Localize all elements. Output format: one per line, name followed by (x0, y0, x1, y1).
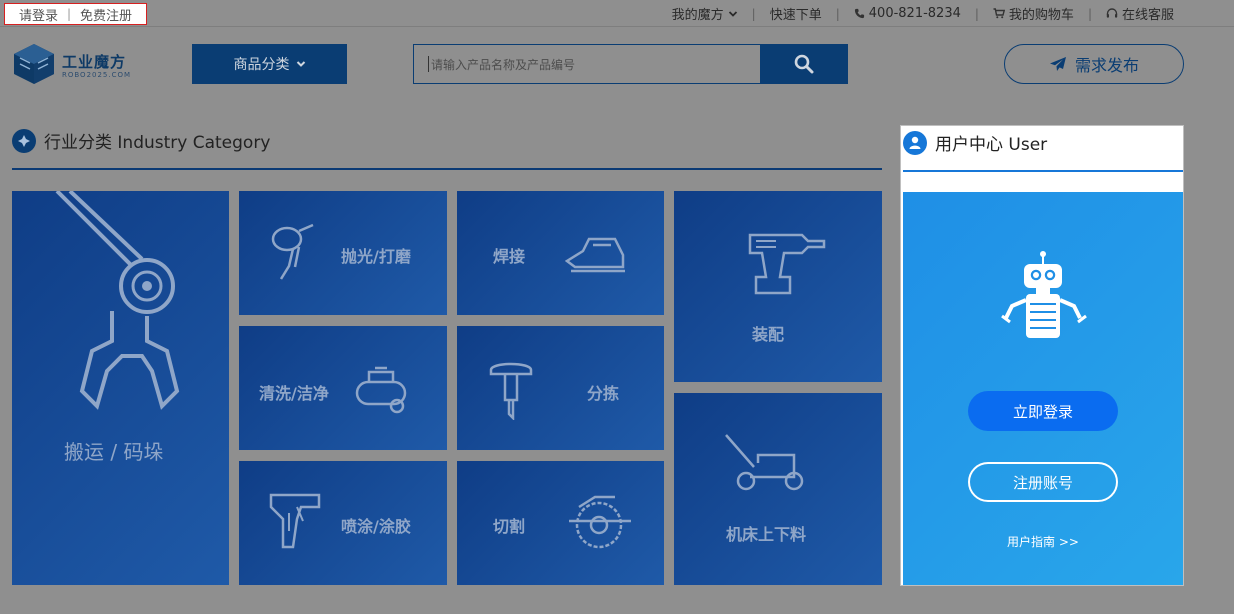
logo-cube-icon (14, 44, 54, 84)
text-cursor (428, 56, 429, 72)
user-center-heading: 用户中心 User (903, 130, 1047, 155)
login-button-label: 立即登录 (1012, 402, 1073, 421)
category-tile-cutting[interactable]: 切割 (457, 461, 664, 585)
category-button[interactable]: 商品分类 (192, 44, 347, 84)
login-link[interactable]: 请登录 (19, 5, 58, 24)
headset-icon (1106, 8, 1118, 18)
search-icon (794, 54, 814, 74)
separator: | (66, 7, 72, 21)
robot-gripper-icon (55, 191, 180, 410)
lawn-mower-icon (725, 434, 804, 491)
category-tile-sorting[interactable]: 分拣 (457, 326, 664, 450)
user-center-panel: 用户中心 User 立即登录 注册账号 用户指南 >> (900, 125, 1184, 586)
my-mofang-menu[interactable]: 我的魔方 (672, 4, 738, 23)
divider: | (751, 6, 756, 21)
chevron-down-icon (296, 61, 305, 67)
quick-order-link[interactable]: 快速下单 (770, 4, 822, 23)
divider: | (835, 6, 840, 21)
category-tile-welding[interactable]: 焊接 (457, 191, 664, 315)
circular-saw-icon (569, 495, 631, 549)
user-icon (903, 130, 927, 155)
user-card: 立即登录 注册账号 用户指南 >> (903, 192, 1183, 585)
tile-label: 装配 (752, 325, 785, 344)
user-guide-link[interactable]: 用户指南 >> (903, 533, 1183, 550)
search-button[interactable] (760, 44, 848, 84)
soldering-iron-icon (565, 237, 625, 273)
category-tile-handling[interactable]: 搬运 / 码垛 (12, 191, 229, 585)
tile-label: 分拣 (587, 384, 620, 403)
category-tile-spraying[interactable]: 喷涂/涂胶 (239, 461, 447, 585)
phone-label: 400-821-8234 (868, 6, 961, 21)
category-button-label: 商品分类 (233, 57, 290, 73)
login-register-box: 请登录 | 免费注册 (4, 3, 147, 25)
category-tile-assembly[interactable]: 装配 (674, 191, 882, 382)
register-button-label: 注册账号 (1012, 473, 1073, 492)
drill-icon (748, 233, 826, 295)
category-tile-machine-loading[interactable]: 机床上下料 (674, 393, 882, 585)
industry-category-heading: 行业分类 Industry Category (12, 128, 270, 153)
cart-label: 我的购物车 (1008, 8, 1074, 23)
register-link[interactable]: 免费注册 (80, 5, 132, 24)
category-icon (12, 128, 36, 153)
divider: | (974, 6, 979, 21)
category-tile-polishing[interactable]: 抛光/打磨 (239, 191, 447, 315)
robot-mascot-icon (1001, 251, 1087, 338)
search-placeholder: 请输入产品名称及产品编号 (431, 57, 576, 72)
angle-grinder-icon (271, 223, 314, 280)
tile-label: 搬运 / 码垛 (64, 440, 164, 464)
tile-label: 喷涂/涂胶 (341, 517, 411, 536)
top-bar: 请登录 | 免费注册 我的魔方 | 快速下单 | 400-821-8234 | … (0, 0, 1234, 27)
jackhammer-icon (489, 362, 533, 420)
tile-label: 清洗/洁净 (259, 384, 329, 403)
paper-plane-icon (1049, 57, 1066, 71)
cart-icon (993, 8, 1005, 19)
online-service-label: 在线客服 (1121, 8, 1174, 23)
industry-category-title: 行业分类 Industry Category (44, 133, 271, 153)
site-logo[interactable]: 工业魔方 ROBO2025.COM (10, 42, 132, 86)
tile-label: 焊接 (493, 247, 526, 266)
online-service-link[interactable]: 在线客服 (1106, 4, 1174, 23)
search-input[interactable]: 请输入产品名称及产品编号 (413, 44, 761, 84)
category-tile-cleaning[interactable]: 清洗/洁净 (239, 326, 447, 450)
phone-icon (854, 8, 864, 19)
tile-label: 机床上下料 (726, 525, 807, 544)
section-divider (12, 168, 882, 170)
divider: | (1087, 6, 1092, 21)
tile-label: 切割 (493, 517, 526, 536)
demand-publish-button[interactable]: 需求发布 (1004, 44, 1184, 84)
login-button[interactable]: 立即登录 (968, 391, 1118, 431)
logo-subtitle: ROBO2025.COM (62, 71, 132, 79)
register-button[interactable]: 注册账号 (968, 462, 1118, 502)
user-center-title: 用户中心 User (935, 135, 1048, 155)
tile-label: 抛光/打磨 (341, 247, 411, 266)
demand-publish-label: 需求发布 (1074, 56, 1139, 75)
air-compressor-icon (355, 366, 407, 414)
my-mofang-label: 我的魔方 (671, 8, 724, 23)
quick-order-label: 快速下单 (769, 8, 822, 23)
cart-link[interactable]: 我的购物车 (993, 4, 1074, 23)
top-nav: 我的魔方 | 快速下单 | 400-821-8234 | 我的购物车 | 在线客… (672, 0, 1174, 27)
glue-gun-icon (269, 493, 321, 549)
phone-number: 400-821-8234 (854, 6, 961, 21)
logo-title: 工业魔方 (62, 53, 127, 71)
section-divider (903, 170, 1183, 172)
chevron-down-icon (728, 10, 737, 17)
